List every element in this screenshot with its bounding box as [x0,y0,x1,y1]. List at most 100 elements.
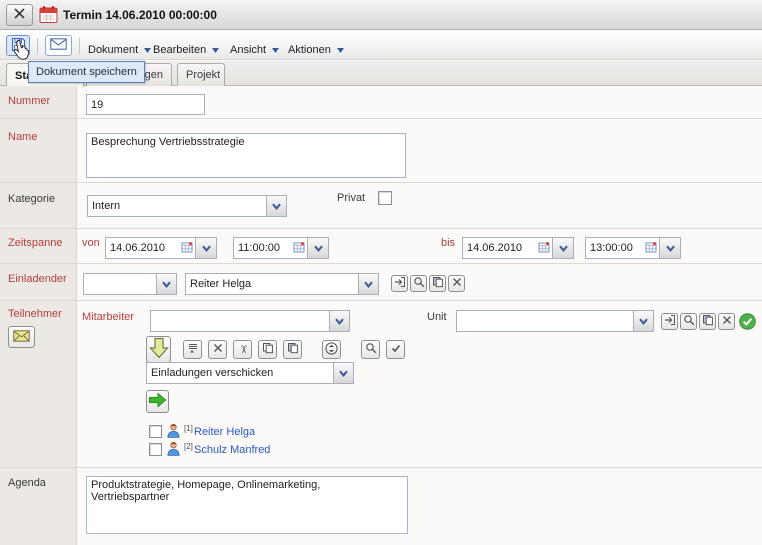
einladender-clear-button[interactable] [448,275,465,292]
einladender-prefix-select[interactable] [83,273,177,295]
unit-search-button[interactable] [680,313,697,330]
scissors-icon: ✂ [237,345,248,354]
paste-icon [287,342,299,357]
privat-label: Privat [337,192,365,204]
privat-checkbox[interactable] [378,191,392,205]
zeitspanne-label: Zeitspanne [8,237,62,249]
person-icon [166,423,181,441]
person-icon [166,441,181,459]
von-datum-field[interactable]: 14.06.2010 [105,237,217,259]
copy-button[interactable] [258,340,277,359]
von-zeit-field[interactable]: 11:00:00 [233,237,329,259]
chevron-down-icon [337,44,344,56]
toolbar-separator [37,38,38,54]
einladender-goto-button[interactable] [391,275,408,292]
appointment-window: Termin 14.06.2010 00:00:00 Dokument Bear… [0,0,762,545]
calendar-icon [39,5,58,27]
send-mail-button[interactable] [45,35,72,56]
remove-button[interactable] [208,340,227,359]
chevron-down-icon[interactable] [308,237,329,259]
close-button[interactable] [6,4,33,26]
yellow-envelope-icon [13,330,30,345]
search-icon [683,314,695,329]
time-picker-icon[interactable] [293,241,305,256]
chevron-down-icon[interactable] [329,311,349,331]
unit-select[interactable] [456,310,654,332]
chevron-down-icon [272,44,279,56]
unit-paste-button[interactable] [699,313,716,330]
execute-action-button[interactable] [146,390,169,413]
chevron-down-icon[interactable] [358,274,378,294]
big-down-arrow-icon [149,337,169,362]
search-icon [365,342,377,357]
toolbar-separator [79,38,80,54]
search-participant-button[interactable] [361,340,380,359]
chevron-down-icon[interactable] [660,237,681,259]
bis-label: bis [441,237,455,249]
search-icon [413,276,425,291]
einladender-paste-button[interactable] [429,275,446,292]
chevron-down-icon[interactable] [333,363,353,383]
menu-bearbeiten[interactable]: Bearbeiten [153,41,219,59]
envelope-icon [50,38,67,53]
cut-button[interactable]: ✂ [233,340,252,359]
participant-2-index: [2] [184,442,193,451]
chevron-down-icon[interactable] [156,274,176,294]
participant-2-link[interactable]: Schulz Manfred [194,444,270,456]
aktion-select[interactable]: Einladungen verschicken [146,362,354,384]
bis-zeit-field[interactable]: 13:00:00 [585,237,681,259]
x-icon [451,276,463,291]
teilnehmer-label: Teilnehmer [8,308,62,320]
cursor-hand-icon [10,39,31,66]
participant-1-link[interactable]: Reiter Helga [194,426,255,438]
unit-goto-button[interactable] [661,313,678,330]
chevron-down-icon [144,44,151,56]
agenda-textarea[interactable]: Produktstrategie, Homepage, Onlinemarket… [86,476,408,534]
unit-clear-button[interactable] [718,313,735,330]
date-picker-icon[interactable] [538,241,550,256]
agenda-label: Agenda [8,477,46,489]
name-label: Name [8,131,37,143]
bis-datum-field[interactable]: 14.06.2010 [462,237,574,259]
nummer-input[interactable] [86,94,205,115]
einladender-search-button[interactable] [410,275,427,292]
add-participant-button[interactable] [146,336,171,363]
einladender-person-select[interactable]: Reiter Helga [185,273,379,295]
paste-icon [702,314,714,329]
save-tooltip: Dokument speichern [28,61,145,83]
select-all-button[interactable] [386,340,405,359]
kategorie-select[interactable]: Intern [87,195,287,217]
paste-button[interactable] [283,340,302,359]
tab-projekt[interactable]: Projekt [177,63,225,86]
x-icon [721,314,733,329]
copy-icon [262,342,274,357]
time-picker-icon[interactable] [645,241,657,256]
participant-2-checkbox[interactable] [149,443,162,456]
confirmed-check-icon [739,313,756,333]
nummer-label: Nummer [8,95,50,107]
chevron-down-icon[interactable] [196,237,217,259]
paste-icon [432,276,444,291]
check-icon [390,342,402,357]
chevron-down-icon[interactable] [266,196,286,216]
teilnehmer-mail-button[interactable] [8,326,35,348]
sort-button[interactable] [322,340,341,359]
chevron-down-icon[interactable] [633,311,653,331]
participant-1-checkbox[interactable] [149,425,162,438]
name-textarea[interactable]: Besprechung Vertriebsstrategie [86,133,406,178]
menu-dokument[interactable]: Dokument [88,41,151,59]
x-icon [212,342,224,357]
green-right-arrow-icon [148,391,167,412]
move-top-button[interactable] [183,340,202,359]
date-picker-icon[interactable] [181,241,193,256]
mitarbeiter-label: Mitarbeiter [82,311,134,323]
einladender-label: Einladender [8,273,67,285]
kategorie-label: Kategorie [8,193,55,205]
mitarbeiter-select[interactable] [150,310,350,332]
chevron-down-icon[interactable] [553,237,574,259]
von-label: von [82,237,100,249]
sort-icon [325,342,338,358]
menu-ansicht[interactable]: Ansicht [230,41,279,59]
close-icon [13,7,26,23]
menu-aktionen[interactable]: Aktionen [288,41,344,59]
